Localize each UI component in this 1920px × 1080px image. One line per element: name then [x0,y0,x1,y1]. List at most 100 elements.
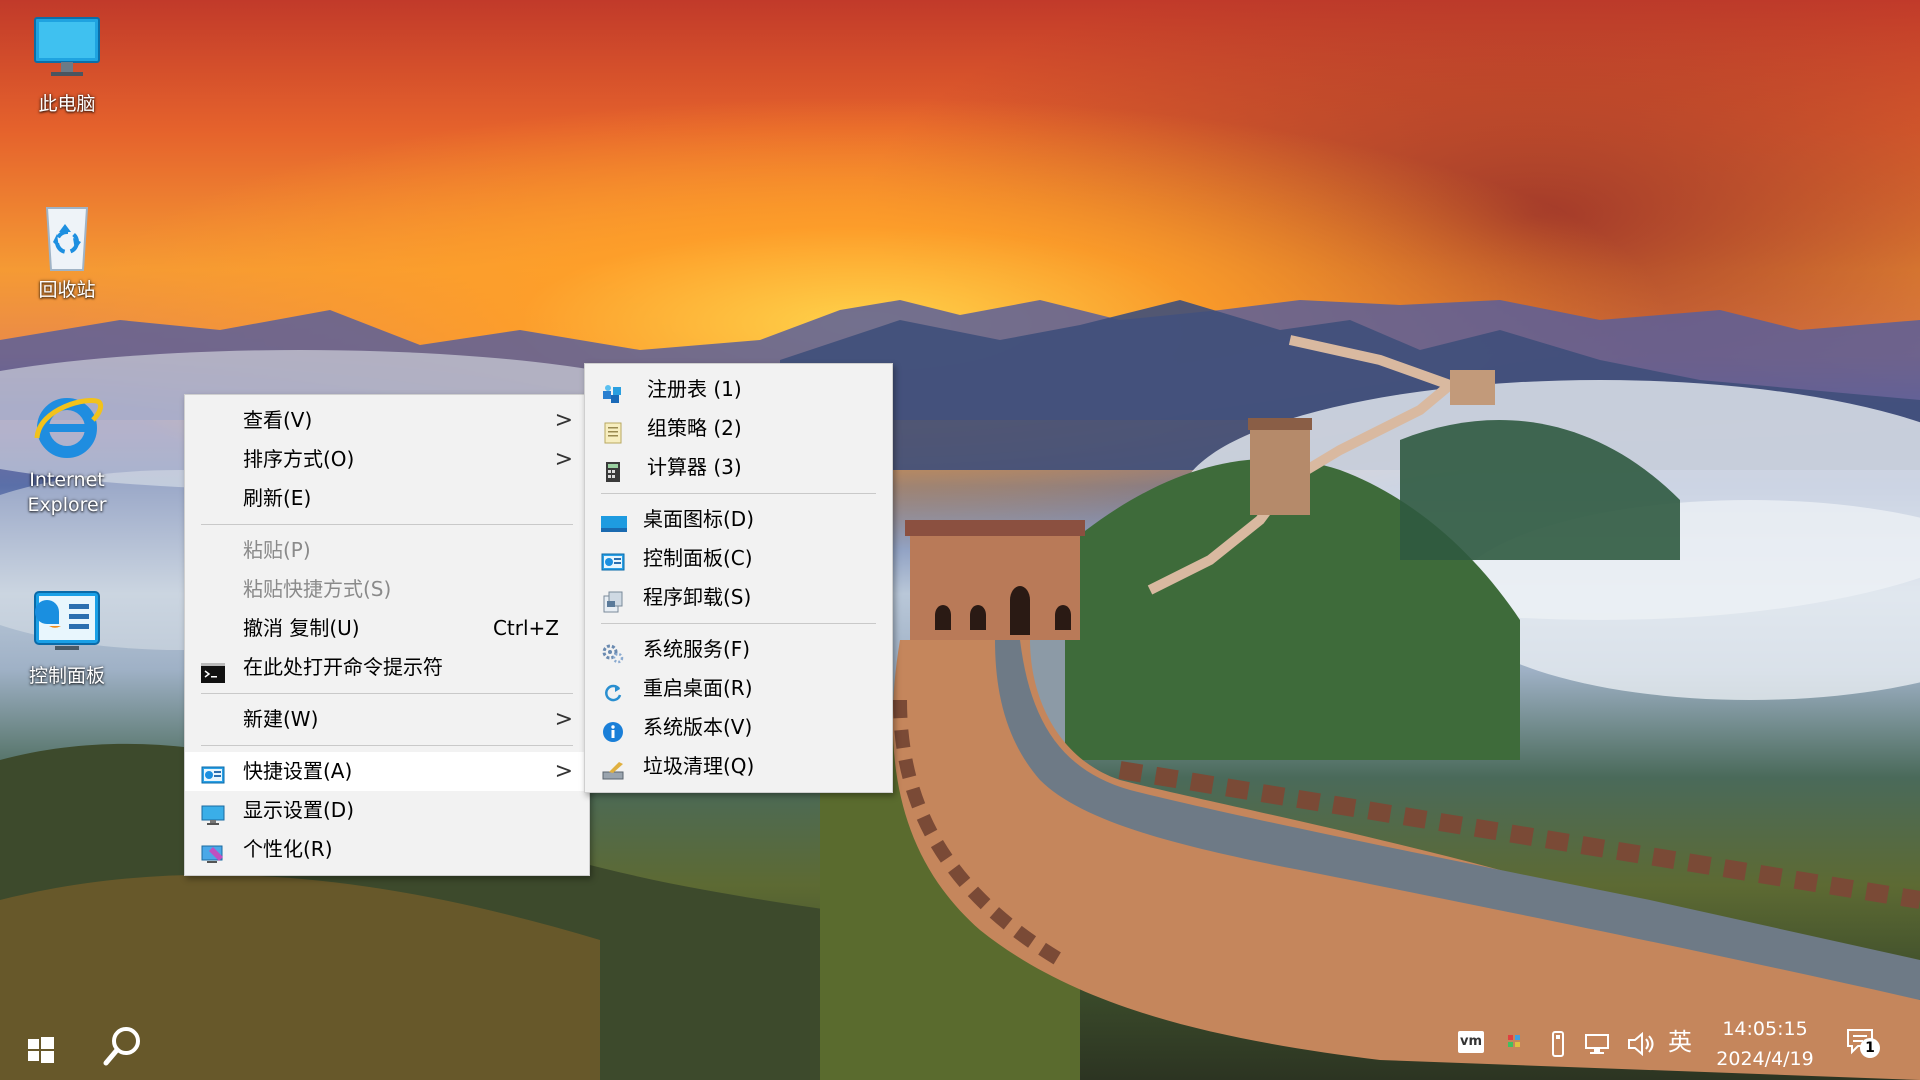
desktop-icon-label: 控制面板 [28,665,105,687]
menu-item-label: 粘贴快捷方式(S) [243,577,392,601]
menu-item-label: 系统服务(F) [643,637,751,661]
menu-item-new[interactable]: 新建(W) > [185,700,589,739]
network-icon [1585,1034,1609,1054]
monitor-icon [29,12,105,88]
menu-item-label: 控制面板(C) [643,546,753,570]
menu-item-label: 重启桌面(R) [643,676,753,700]
command-prompt-icon [201,657,225,683]
usb-drive-icon [1552,1031,1564,1057]
desktop-icons-icon [601,509,627,532]
submenu-item-regedit[interactable]: 注册表 (1) [585,370,892,409]
clock-date: 2024/4/19 [1716,1048,1814,1070]
group-policy-icon [601,418,625,444]
menu-item-label: 查看(V) [243,408,313,432]
menu-item-label: 新建(W) [243,707,319,731]
search-icon [103,1027,140,1066]
refresh-icon [601,678,625,702]
chevron-right-icon: > [554,447,573,472]
speaker-icon [1628,1031,1654,1057]
menu-item-label: 组策略 (2) [647,416,742,440]
gears-icon [601,639,625,664]
menu-separator [601,623,876,624]
menu-item-shortcut: Ctrl+Z [492,616,559,640]
menu-separator [201,524,573,525]
menu-item-label: 粘贴(P) [243,538,311,562]
desktop-icon-internet-explorer[interactable]: Internet Explorer [12,388,122,518]
vmware-tray-icon[interactable]: vm [1458,1031,1484,1053]
colorful-tray-icon[interactable] [1506,1033,1524,1053]
uninstall-program-icon [601,587,625,613]
menu-item-paste: 粘贴(P) [185,531,589,570]
submenu-item-cleanup[interactable]: 垃圾清理(Q) [585,747,892,786]
menu-item-label: 注册表 (1) [647,377,742,401]
menu-item-view[interactable]: 查看(V) > [185,401,589,440]
menu-item-label: 刷新(E) [243,486,312,510]
quick-settings-icon [201,761,225,784]
submenu-item-desktop-icons[interactable]: 桌面图标(D) [585,500,892,539]
desktop-icon-label: 此电脑 [38,93,96,115]
submenu-item-services[interactable]: 系统服务(F) [585,630,892,669]
app-tray-icon [1508,1035,1520,1047]
menu-item-sort[interactable]: 排序方式(O) > [185,440,589,479]
vm-label: vm [1459,1034,1483,1049]
menu-item-open-cmd[interactable]: 在此处打开命令提示符 [185,648,589,687]
submenu-item-gpedit[interactable]: 组策略 (2) [585,409,892,448]
menu-item-label: 快捷设置(A) [243,759,353,783]
desktop-icon-this-pc[interactable]: 此电脑 [12,12,122,117]
menu-item-label: 程序卸载(S) [643,585,752,609]
volume-tray-icon[interactable] [1626,1031,1656,1057]
internet-explorer-icon [29,388,105,464]
control-panel-icon [601,548,625,571]
menu-separator [201,745,573,746]
network-tray-icon[interactable] [1584,1032,1612,1056]
calculator-icon [601,457,625,482]
menu-item-personalize[interactable]: 个性化(R) [185,830,589,869]
action-center-button[interactable]: 1 [1846,1028,1882,1062]
taskbar: vm 英 14:05:15 2024/4/19 1 [0,1018,1920,1080]
menu-item-undo[interactable]: 撤消 复制(U) Ctrl+Z [185,609,589,648]
menu-separator [601,493,876,494]
notification-badge: 1 [1860,1038,1880,1058]
desktop-icon-label: Internet Explorer [27,469,107,516]
chevron-right-icon: > [554,707,573,732]
search-button[interactable] [100,1023,150,1073]
menu-item-label: 系统版本(V) [643,715,753,739]
submenu-item-version[interactable]: 系统版本(V) [585,708,892,747]
menu-item-refresh[interactable]: 刷新(E) [185,479,589,518]
info-icon [601,717,625,742]
clock[interactable]: 14:05:15 2024/4/19 [1700,1014,1830,1074]
disk-cleanup-icon [601,756,625,780]
submenu-item-uninstall[interactable]: 程序卸载(S) [585,578,892,617]
menu-item-label: 计算器 (3) [647,455,742,479]
menu-item-label: 排序方式(O) [243,447,355,471]
ime-indicator[interactable]: 英 [1668,1027,1692,1057]
desktop-icon-control-panel[interactable]: 控制面板 [12,584,122,689]
menu-item-label: 桌面图标(D) [643,507,755,531]
start-button[interactable] [22,1030,60,1068]
menu-separator [201,693,573,694]
menu-item-label: 垃圾清理(Q) [643,754,755,778]
control-panel-icon [29,584,105,660]
chevron-right-icon: > [554,759,573,784]
registry-icon [601,379,625,403]
submenu-item-calculator[interactable]: 计算器 (3) [585,448,892,487]
desktop[interactable]: 此电脑 回收站 Internet Explorer 控制面板 查看(V) > 排… [0,0,1920,1080]
recycle-bin-icon [29,198,105,274]
menu-item-label: 显示设置(D) [243,798,355,822]
quick-settings-submenu: 注册表 (1) 组策略 (2) 计算器 (3) 桌面图标(D) 控制面板(C) … [584,363,893,793]
display-icon [201,800,225,825]
clock-time: 14:05:15 [1722,1018,1808,1040]
submenu-item-control-panel[interactable]: 控制面板(C) [585,539,892,578]
usb-tray-icon[interactable] [1548,1030,1568,1058]
menu-item-quick-settings[interactable]: 快捷设置(A) > [185,752,589,791]
desktop-icon-recycle-bin[interactable]: 回收站 [12,198,122,303]
menu-item-paste-shortcut: 粘贴快捷方式(S) [185,570,589,609]
chevron-right-icon: > [554,408,573,433]
desktop-context-menu: 查看(V) > 排序方式(O) > 刷新(E) 粘贴(P) 粘贴快捷方式(S) … [184,394,590,876]
submenu-item-restart-desktop[interactable]: 重启桌面(R) [585,669,892,708]
windows-logo-icon [28,1037,54,1063]
menu-item-display-settings[interactable]: 显示设置(D) [185,791,589,830]
personalize-icon [201,839,225,863]
menu-item-label: 在此处打开命令提示符 [243,655,443,679]
desktop-icon-label: 回收站 [38,279,96,301]
